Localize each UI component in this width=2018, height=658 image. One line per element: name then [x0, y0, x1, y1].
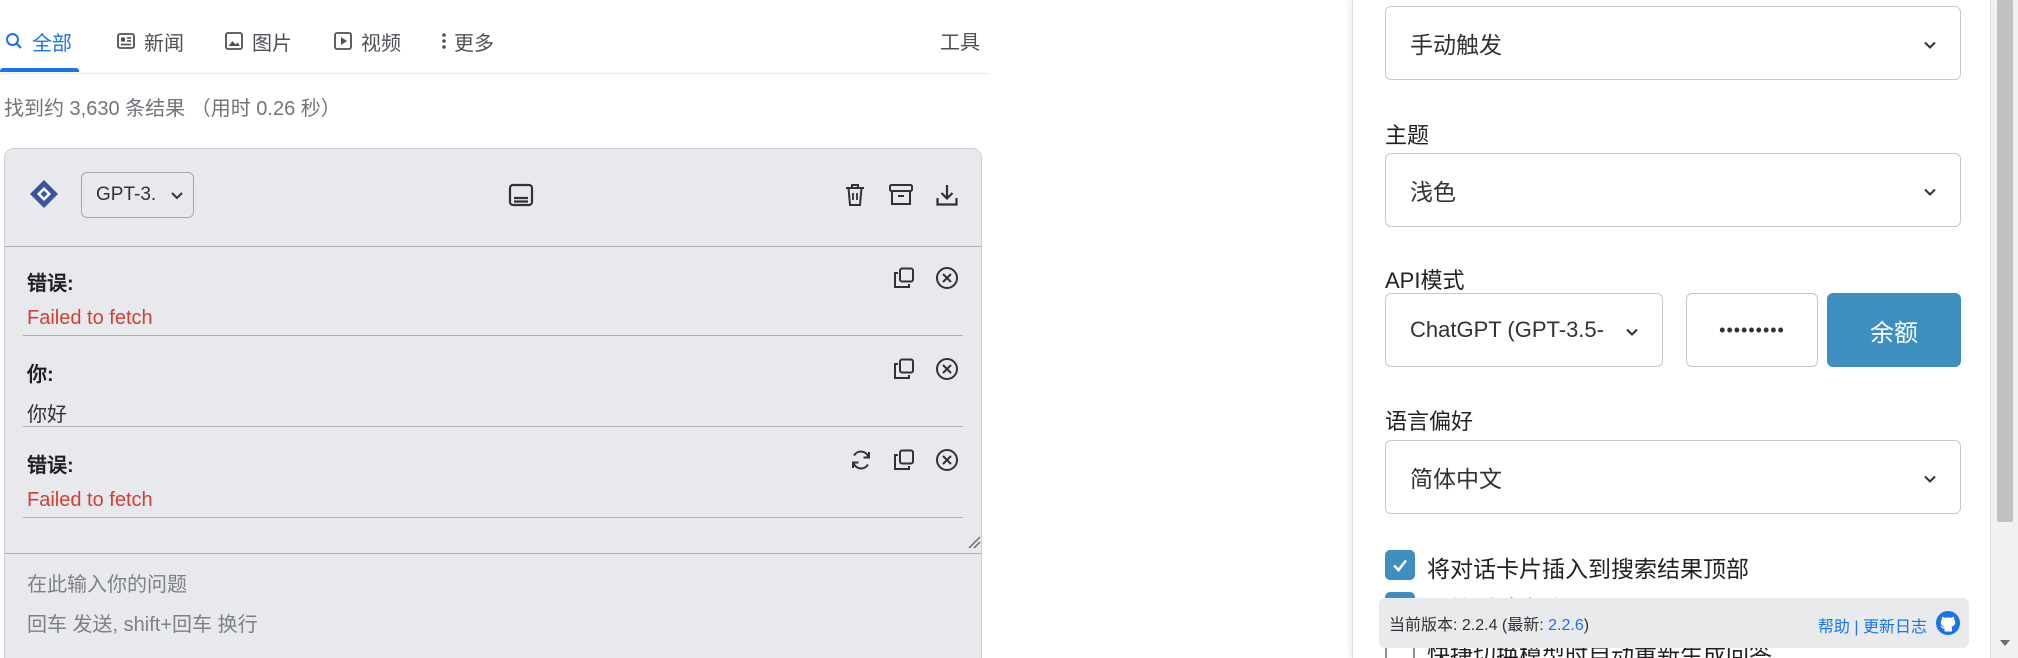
search-tabs: 全部 新闻 图片 视频 更多 工具 — [0, 0, 990, 74]
balance-button[interactable]: 余额 — [1827, 293, 1961, 367]
input-hint: 回车 发送, shift+回车 换行 — [27, 614, 258, 636]
search-icon — [4, 31, 24, 51]
close-circle-icon[interactable] — [934, 265, 960, 291]
chatgpt-box-logo-icon[interactable] — [29, 179, 59, 209]
tab-label: 视频 — [361, 32, 401, 55]
latest-version-link[interactable]: 2.2.6 — [1548, 617, 1584, 634]
check-icon — [1393, 559, 1408, 572]
chat-message: 你: 你好 — [23, 338, 963, 427]
insert-at-top-label: 将对话卡片插入到搜索结果顶部 — [1427, 556, 1749, 582]
theme-label: 主题 — [1385, 123, 1430, 148]
copy-icon[interactable] — [891, 265, 917, 291]
video-icon — [333, 31, 353, 51]
language-value: 简体中文 — [1410, 466, 1502, 492]
result-stats: 找到约 3,630 条结果 （用时 0.26 秒） — [4, 98, 341, 120]
copy-icon[interactable] — [891, 356, 917, 382]
tab-all[interactable]: 全部 — [4, 26, 72, 56]
image-icon — [224, 31, 244, 51]
message-role: 你: — [27, 364, 54, 386]
trigger-mode-value: 手动触发 — [1410, 32, 1502, 58]
api-mode-value: ChatGPT (GPT-3.5- — [1410, 317, 1604, 342]
more-vert-icon — [440, 31, 448, 51]
version-text: 当前版本: 2.2.4 (最新: 2.2.6) — [1389, 611, 1589, 635]
archive-icon[interactable] — [887, 181, 915, 209]
insert-at-top-checkbox[interactable] — [1385, 550, 1415, 580]
version-prefix: 当前版本: 2.2.4 (最新: — [1389, 617, 1549, 634]
tab-label: 全部 — [32, 32, 72, 55]
footer-links: 帮助 | 更新日志 — [1818, 613, 1927, 637]
news-icon — [116, 31, 136, 51]
input-placeholder: 在此输入你的问题 — [27, 574, 187, 596]
tab-images[interactable]: 图片 — [224, 26, 292, 56]
download-icon[interactable] — [933, 181, 961, 209]
chevron-down-icon — [171, 192, 183, 200]
language-select[interactable]: 简体中文 — [1385, 440, 1961, 514]
tab-label: 图片 — [252, 32, 292, 55]
chevron-down-icon — [1924, 188, 1936, 196]
tab-label: 更多 — [454, 32, 494, 55]
changelog-link[interactable]: 更新日志 — [1863, 619, 1927, 636]
model-select-value: GPT-3. — [96, 184, 157, 205]
help-link[interactable]: 帮助 — [1818, 619, 1850, 636]
language-label: 语言偏好 — [1385, 409, 1474, 434]
chat-card: GPT-3. 错误: Failed to fetch 你: 你好 错误: Fai… — [4, 148, 982, 658]
tab-more[interactable]: 更多 — [440, 26, 494, 56]
chat-message: 错误: Failed to fetch — [23, 247, 963, 336]
trigger-mode-select[interactable]: 手动触发 — [1385, 6, 1961, 80]
message-role: 错误: — [27, 455, 74, 477]
active-tab-indicator — [0, 68, 79, 72]
close-circle-icon[interactable] — [934, 356, 960, 382]
chat-message: 错误: Failed to fetch — [23, 429, 963, 518]
message-text: Failed to fetch — [27, 307, 153, 329]
theme-select[interactable]: 浅色 — [1385, 153, 1961, 227]
chevron-down-icon — [1626, 328, 1638, 336]
chat-card-header: GPT-3. — [5, 149, 981, 247]
settings-panel: 手动触发 主题 浅色 API模式 ChatGPT (GPT-3.5- •••••… — [1352, 0, 1990, 658]
resize-handle-icon[interactable] — [967, 535, 981, 549]
message-role: 错误: — [27, 273, 74, 295]
api-mode-label: API模式 — [1385, 268, 1465, 293]
tab-label: 新闻 — [144, 32, 184, 55]
github-icon[interactable] — [1935, 610, 1961, 636]
tools-button[interactable]: 工具 — [940, 26, 980, 55]
theme-value: 浅色 — [1410, 179, 1456, 205]
api-mode-select[interactable]: ChatGPT (GPT-3.5- — [1385, 293, 1663, 367]
question-input[interactable]: 在此输入你的问题 回车 发送, shift+回车 换行 — [5, 553, 981, 658]
chevron-down-icon — [1924, 475, 1936, 483]
message-text: 你好 — [27, 404, 67, 426]
retry-icon[interactable] — [848, 447, 874, 473]
toggle-window-icon[interactable] — [507, 181, 535, 209]
close-circle-icon[interactable] — [934, 447, 960, 473]
api-key-field[interactable]: ••••••••• — [1686, 293, 1818, 367]
scroll-down-arrow-icon[interactable] — [1999, 638, 2011, 648]
model-select[interactable]: GPT-3. — [81, 172, 194, 218]
delete-conversation-icon[interactable] — [841, 181, 869, 209]
chevron-down-icon — [1924, 41, 1936, 49]
tab-videos[interactable]: 视频 — [333, 26, 401, 56]
tab-news[interactable]: 新闻 — [116, 26, 184, 56]
page-scrollbar[interactable] — [1990, 0, 2018, 658]
scrollbar-thumb[interactable] — [1997, 0, 2013, 522]
copy-icon[interactable] — [891, 447, 917, 473]
link-separator: | — [1854, 619, 1859, 636]
message-text: Failed to fetch — [27, 489, 153, 511]
version-suffix: ) — [1583, 617, 1590, 634]
version-footer: 当前版本: 2.2.4 (最新: 2.2.6) 帮助 | 更新日志 — [1379, 598, 1969, 648]
